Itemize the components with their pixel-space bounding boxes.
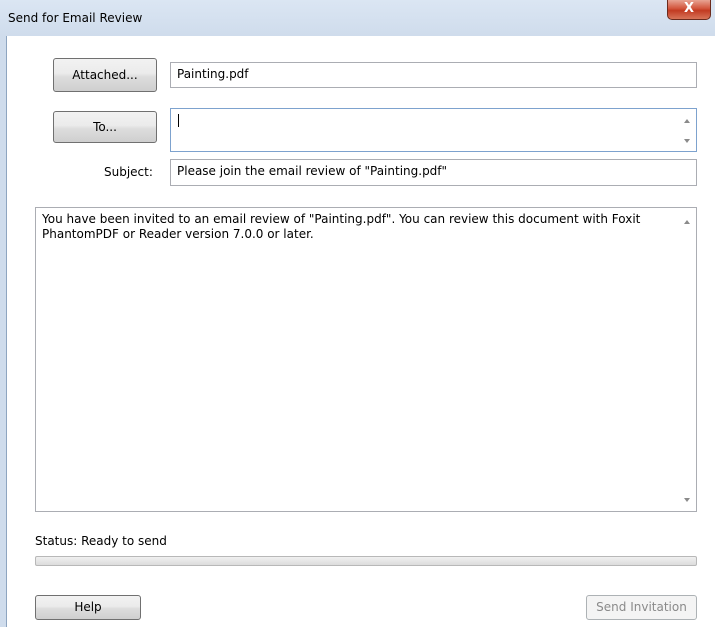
attached-button[interactable]: Attached...	[53, 58, 157, 92]
to-button[interactable]: To...	[53, 111, 157, 143]
to-field[interactable]	[170, 108, 697, 152]
subject-field[interactable]: Please join the email review of "Paintin…	[170, 159, 697, 186]
progress-bar	[35, 556, 697, 566]
subject-label: Subject:	[104, 165, 153, 179]
attached-button-label: Attached...	[72, 68, 138, 82]
message-textarea[interactable]: You have been invited to an email review…	[35, 207, 697, 512]
scroll-down-icon[interactable]	[684, 498, 690, 502]
attached-file-value: Painting.pdf	[177, 67, 249, 81]
text-caret	[178, 114, 179, 127]
to-scrollbar[interactable]	[679, 109, 696, 151]
close-button[interactable]: X	[667, 0, 711, 20]
scroll-down-icon[interactable]	[684, 139, 690, 143]
send-invitation-label: Send Invitation	[596, 600, 687, 614]
help-button[interactable]: Help	[35, 595, 141, 620]
send-invitation-button[interactable]: Send Invitation	[586, 595, 697, 620]
window-title: Send for Email Review	[8, 11, 143, 25]
message-scrollbar[interactable]	[679, 208, 696, 511]
status-text: Status: Ready to send	[35, 534, 167, 548]
scroll-up-icon[interactable]	[684, 119, 690, 123]
message-text: You have been invited to an email review…	[42, 212, 641, 241]
subject-value: Please join the email review of "Paintin…	[177, 164, 448, 178]
to-button-label: To...	[93, 120, 117, 134]
scroll-up-icon[interactable]	[684, 220, 690, 224]
title-bar: Send for Email Review X	[0, 0, 715, 36]
help-button-label: Help	[74, 600, 102, 614]
close-icon: X	[683, 1, 695, 16]
attached-file-field[interactable]: Painting.pdf	[170, 62, 697, 88]
window-frame-left	[0, 36, 7, 627]
